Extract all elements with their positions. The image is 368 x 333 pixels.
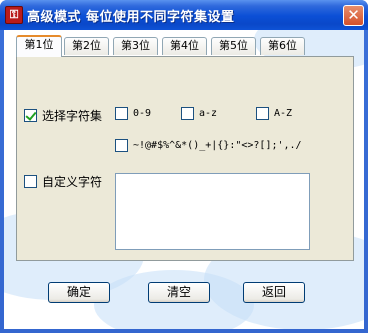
tab-label: 第4位: [170, 39, 199, 52]
symbols-checkbox[interactable]: ~!@#$%^&*()_+|{}:"<>?[];',./: [115, 139, 302, 152]
tab-label: 第2位: [72, 39, 101, 52]
title-bar[interactable]: ⚿ 高级模式 每位使用不同字符集设置 ✕: [0, 0, 368, 30]
checkbox-box[interactable]: [115, 107, 128, 120]
tab-label: 第5位: [219, 39, 248, 52]
symbols-label: ~!@#$%^&*()_+|{}:"<>?[];',./: [133, 140, 302, 151]
checkbox-box[interactable]: [256, 107, 269, 120]
select-charset-label: 选择字符集: [42, 109, 103, 123]
tab-position-5[interactable]: 第5位: [211, 37, 256, 55]
lowercase-checkbox[interactable]: a-z: [181, 107, 217, 120]
dialog-client-area: 第1位 第2位 第3位 第4位 第5位 第6位 选择字符集 0-9 a-z A-…: [4, 30, 364, 329]
tab-position-1[interactable]: 第1位: [16, 35, 62, 57]
custom-charset-textarea[interactable]: [115, 173, 310, 250]
uppercase-checkbox[interactable]: A-Z: [256, 107, 292, 120]
app-icon[interactable]: ⚿: [5, 6, 23, 24]
checkbox-box[interactable]: [24, 109, 37, 122]
checkbox-box[interactable]: [181, 107, 194, 120]
tab-position-3[interactable]: 第3位: [113, 37, 158, 55]
tab-label: 第1位: [24, 38, 54, 51]
digits-checkbox[interactable]: 0-9: [115, 107, 151, 120]
tab-position-4[interactable]: 第4位: [162, 37, 207, 55]
close-icon: ✕: [347, 6, 360, 24]
close-button[interactable]: ✕: [343, 5, 364, 26]
tab-panel: 选择字符集 0-9 a-z A-Z ~!@#$%^&*()_+|{}:"<>?[…: [16, 56, 354, 261]
clear-button[interactable]: 清空: [148, 282, 210, 303]
tab-label: 第6位: [268, 39, 297, 52]
tab-position-6[interactable]: 第6位: [260, 37, 305, 55]
checkbox-box[interactable]: [24, 175, 37, 188]
uppercase-label: A-Z: [274, 108, 293, 119]
dialog-window: ⚿ 高级模式 每位使用不同字符集设置 ✕ 第1位 第2位 第3位 第4位 第5位: [0, 0, 368, 333]
window-title: 高级模式 每位使用不同字符集设置: [27, 10, 235, 25]
custom-charset-label: 自定义字符: [42, 175, 103, 189]
back-button[interactable]: 返回: [243, 282, 305, 303]
lowercase-label: a-z: [199, 108, 218, 119]
tab-position-2[interactable]: 第2位: [64, 37, 109, 55]
ok-button[interactable]: 确定: [48, 282, 110, 303]
checkbox-box[interactable]: [115, 139, 128, 152]
select-charset-checkbox[interactable]: 选择字符集: [24, 107, 102, 124]
custom-charset-checkbox[interactable]: 自定义字符: [24, 173, 102, 190]
digits-label: 0-9: [133, 108, 152, 119]
tab-label: 第3位: [121, 39, 150, 52]
